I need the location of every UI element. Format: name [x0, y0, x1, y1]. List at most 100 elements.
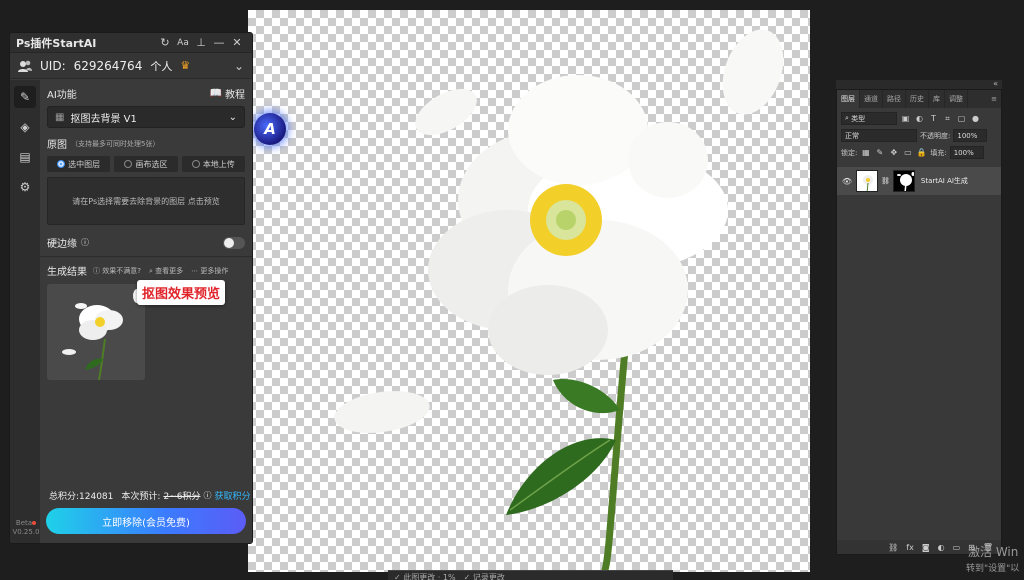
account-row: UID: 629264764 个人 ♛ ⌄ — [10, 53, 252, 79]
more-actions-link[interactable]: ⋯ 更多操作 — [191, 266, 228, 276]
result-thumbnail[interactable] — [47, 284, 145, 380]
book-icon[interactable]: 📖 — [210, 88, 222, 99]
preview-badge: 抠图效果预览 — [137, 280, 226, 305]
uid-value: 629264764 — [73, 58, 143, 73]
remove-now-button[interactable]: 立即移除(会员免费) — [46, 508, 246, 534]
lock-transparent-icon[interactable]: ▦ — [860, 147, 871, 158]
shape-filter-icon[interactable]: ⌗ — [942, 113, 953, 124]
layers-panel: 图层 通道 路径 历史 库 调整 ≡ ⌕ 类型 ▣ ◐ T ⌗ ▢ ● 正常 不… — [836, 89, 1002, 555]
filter-toggle-icon[interactable]: ● — [970, 113, 981, 124]
panel-menu-icon[interactable]: ≡ — [991, 95, 1001, 103]
tutorial-link[interactable]: 教程 — [225, 86, 245, 101]
bottom-toolbar: ✓ 此图更改 · 1% ✓ 记录更改 — [388, 570, 673, 580]
opacity-value: 100% — [957, 131, 978, 140]
link-icon: ⛓ — [881, 177, 890, 185]
info-icon[interactable]: ⓘ — [81, 237, 89, 248]
opacity-field[interactable]: 100% — [953, 129, 988, 142]
tab-history[interactable]: 历史 — [906, 90, 929, 108]
plugin-footer: 总积分:124081 本次预计: 2~6积分 ⓘ 获取积分 立即移除(会员免费) — [40, 485, 252, 543]
version-label: V0.25.0 — [12, 528, 40, 536]
source-options: 选中图层 画布选区 本地上传 — [47, 156, 245, 172]
results-links: ⓘ 效果不满意? ⌕ 查看更多 ⋯ 更多操作 — [93, 266, 228, 276]
add-mask-icon[interactable]: ◙ — [922, 543, 930, 552]
tab-paths[interactable]: 路径 — [883, 90, 906, 108]
chevron-down-icon[interactable]: ⌄ — [234, 59, 244, 73]
activate-windows-subtext: 转到"设置"以 — [966, 564, 1020, 574]
adjustment-layer-icon[interactable]: ◐ — [938, 543, 945, 552]
source-label: 原图 — [47, 140, 67, 151]
blend-row: 正常 不透明度: 100% — [837, 129, 1001, 142]
startai-floating-logo[interactable]: A — [254, 113, 286, 145]
layers-icon[interactable]: ◈ — [14, 116, 36, 138]
group-icon[interactable]: ▭ — [953, 543, 961, 552]
filter-select[interactable]: ⌕ 类型 — [841, 112, 897, 125]
ai-function-row: AI功能 📖 教程 — [47, 86, 245, 101]
source-option-label: 画布选区 — [135, 159, 168, 169]
beta-dot — [32, 521, 37, 525]
document-icon[interactable]: ▤ — [14, 146, 36, 168]
lock-all-icon[interactable]: 🔒 — [916, 147, 927, 158]
points-total: 总积分:124081 — [49, 492, 114, 502]
image-filter-icon[interactable]: ▣ — [900, 113, 911, 124]
refresh-icon[interactable]: ↻ — [156, 36, 174, 49]
collapse-icon[interactable]: « — [993, 79, 998, 88]
adjust-filter-icon[interactable]: ◐ — [914, 113, 925, 124]
smart-filter-icon[interactable]: ▢ — [956, 113, 967, 124]
eye-icon[interactable]: 👁 — [841, 177, 853, 186]
beta-label: Beta — [15, 519, 33, 527]
plugin-main: AI功能 📖 教程 ▦ 抠图去背景 V1 ⌄ 原图 （支持最多可同时处理5张） … — [40, 80, 252, 543]
font-size-icon[interactable]: Aa — [174, 38, 192, 48]
pin-icon[interactable]: ⊥ — [192, 36, 210, 49]
plugin-sidebar: ✎ ◈ ▤ ⚙ Beta V0.25.0 — [10, 80, 40, 543]
radio-checked-icon — [57, 160, 66, 168]
function-select[interactable]: ▦ 抠图去背景 V1 ⌄ — [47, 106, 245, 128]
lock-artboard-icon[interactable]: ▭ — [902, 147, 913, 158]
text-filter-icon[interactable]: T — [928, 113, 939, 124]
tab-library[interactable]: 库 — [929, 90, 945, 108]
source-option-canvas-selection[interactable]: 画布选区 — [114, 156, 178, 172]
hard-edge-toggle[interactable] — [223, 236, 245, 249]
more-actions-label: 更多操作 — [200, 266, 229, 275]
tab-adjustments[interactable]: 调整 — [945, 90, 968, 108]
link-layers-icon[interactable]: ⛓ — [888, 543, 898, 552]
toolbar-item-1[interactable]: ✓ 此图更改 · 1% — [394, 572, 456, 580]
fill-field[interactable]: 100% — [949, 146, 984, 159]
source-option-selected-layer[interactable]: 选中图层 — [47, 156, 111, 172]
chevron-down-icon: ⌄ — [228, 111, 237, 123]
filter-row: ⌕ 类型 ▣ ◐ T ⌗ ▢ ● — [837, 112, 1001, 125]
layers-panel-header: « — [836, 79, 1002, 89]
source-option-label: 本地上传 — [202, 159, 235, 169]
blend-mode-select[interactable]: 正常 — [841, 129, 917, 142]
settings-icon[interactable]: ⚙ — [14, 176, 36, 198]
source-option-label: 选中图层 — [68, 159, 101, 169]
minimize-icon[interactable]: — — [210, 36, 228, 49]
source-hint: 请在Ps选择需要去除背景的图层 点击预览 — [72, 196, 220, 206]
feedback-link[interactable]: ⓘ 效果不满意? — [93, 266, 141, 276]
radio-icon — [191, 160, 200, 168]
toolbar-item-2[interactable]: ✓ 记录更改 — [464, 572, 505, 580]
result-flower-image — [62, 289, 141, 380]
source-hint-box[interactable]: 请在Ps选择需要去除背景的图层 点击预览 — [47, 177, 245, 225]
layer-name: StartAI AI生成 — [920, 177, 968, 185]
filter-label: 类型 — [851, 114, 866, 123]
document-canvas[interactable] — [248, 10, 810, 572]
ai-function-label: AI功能 — [47, 90, 77, 101]
points-row: 总积分:124081 本次预计: 2~6积分 ⓘ 获取积分 — [46, 489, 250, 502]
tab-layers[interactable]: 图层 — [837, 90, 860, 108]
layer-row[interactable]: 👁 ⛓ StartAI AI生成 — [837, 167, 1001, 195]
view-more-link[interactable]: ⌕ 查看更多 — [149, 266, 183, 276]
tab-channels[interactable]: 通道 — [860, 90, 883, 108]
close-icon[interactable]: ✕ — [228, 36, 246, 49]
tier-label: 个人 — [150, 59, 173, 73]
edit-icon[interactable]: ✎ — [14, 86, 36, 108]
source-option-local-upload[interactable]: 本地上传 — [181, 156, 245, 172]
layer-mask-thumbnail[interactable] — [892, 170, 915, 192]
get-points-link[interactable]: 获取积分 — [214, 489, 250, 502]
version-info: Beta V0.25.0 — [12, 519, 40, 537]
info-icon[interactable]: ⓘ — [203, 490, 211, 501]
lock-position-icon[interactable]: ✥ — [888, 147, 899, 158]
cutout-icon: ▦ — [55, 111, 65, 123]
lock-pixels-icon[interactable]: ✎ — [874, 147, 885, 158]
layer-thumbnail[interactable] — [856, 170, 878, 192]
fx-icon[interactable]: fx — [906, 543, 914, 552]
